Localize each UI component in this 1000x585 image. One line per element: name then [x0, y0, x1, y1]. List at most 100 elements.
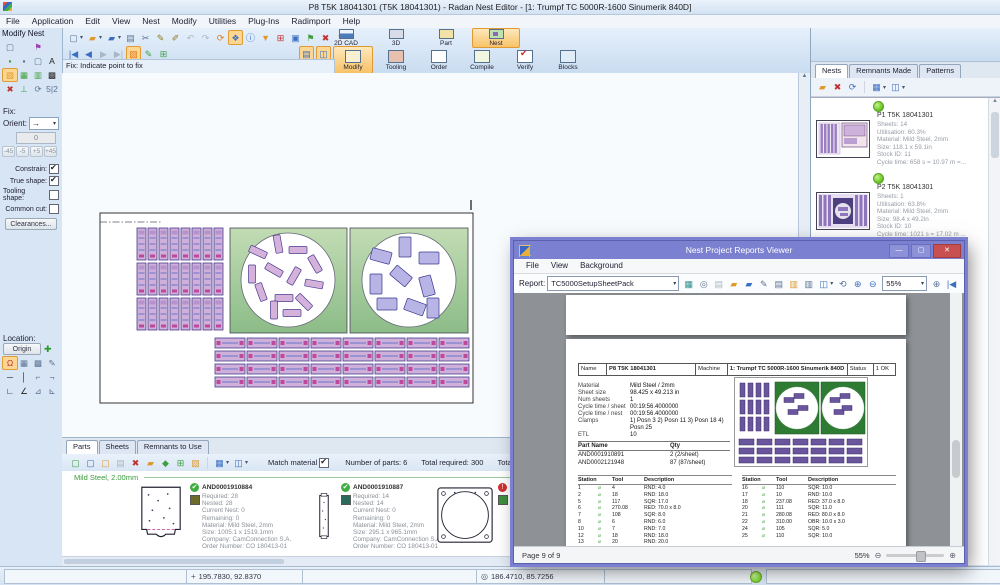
save-icon[interactable]: ▰▾: [104, 30, 123, 45]
report-vertical-scrollbar[interactable]: [950, 293, 962, 547]
panel-tab[interactable]: Remnants Made: [849, 64, 918, 78]
split-icon[interactable]: 5|2: [44, 82, 60, 96]
ribbon-button[interactable]: 3D: [372, 28, 420, 48]
pencil-icon[interactable]: ✎▾: [153, 30, 168, 45]
angle-step-button[interactable]: -5: [16, 146, 29, 157]
copy-icon[interactable]: ▤: [113, 455, 128, 470]
angle-input[interactable]: 0: [16, 132, 56, 144]
match-material-checkbox[interactable]: [319, 458, 329, 468]
dialog-menu-item[interactable]: View: [545, 259, 574, 273]
menu-item[interactable]: Plug-Ins: [242, 15, 285, 27]
ribbon-button[interactable]: Nest: [472, 28, 520, 48]
measure-icon[interactable]: ▣▾: [288, 30, 303, 45]
report-select[interactable]: TC5000SetupSheetPack ▾: [547, 276, 679, 291]
filter-mode-icon[interactable]: ◫▾: [231, 455, 250, 470]
panel-tab[interactable]: Parts: [66, 440, 98, 454]
close-button[interactable]: ✕: [933, 244, 961, 258]
panel-tab[interactable]: Remnants to Use: [137, 440, 209, 454]
menu-item[interactable]: Nest: [136, 15, 165, 27]
ribbon-button[interactable]: Tooling: [376, 46, 416, 74]
cut-icon[interactable]: ✂▾: [138, 30, 153, 45]
ribbon-button[interactable]: Compile: [462, 46, 502, 74]
clearances-button[interactable]: Clearances...: [5, 218, 57, 230]
zoom-select[interactable]: 55% ▾: [882, 276, 927, 291]
open-icon[interactable]: ▰▾: [726, 276, 741, 291]
import-part-icon[interactable]: ▢: [98, 455, 113, 470]
ribbon-button[interactable]: Order: [419, 46, 459, 74]
delete-icon[interactable]: ✖: [128, 455, 143, 470]
print-icon[interactable]: ▤▾: [123, 30, 138, 45]
view-mode-icon[interactable]: ▦▾: [212, 455, 231, 470]
grid-dots-icon[interactable]: ▩: [44, 68, 60, 82]
snap-corner2-icon[interactable]: ¬: [44, 370, 60, 384]
new-part-icon[interactable]: ▢: [68, 455, 83, 470]
ribbon-button[interactable]: Blocks: [548, 46, 588, 74]
zoom-slider[interactable]: [886, 554, 944, 557]
zoom-out-icon[interactable]: ⊖: [875, 551, 882, 560]
ribbon-button[interactable]: Verify: [505, 46, 545, 74]
report-icon[interactable]: ▧: [188, 455, 203, 470]
dialog-titlebar[interactable]: Nest Project Reports Viewer — ▢ ✕: [514, 241, 964, 259]
open-part-icon[interactable]: ▢: [83, 455, 98, 470]
panel-tab[interactable]: Nests: [815, 64, 848, 78]
zoom-in-icon[interactable]: ⊕: [949, 551, 956, 560]
panel-tab[interactable]: Patterns: [919, 64, 961, 78]
edit-icon[interactable]: ✎▾: [756, 276, 771, 291]
text-icon[interactable]: A: [44, 54, 60, 68]
info-icon[interactable]: ⓘ▾: [243, 30, 258, 45]
nest-list-item[interactable]: P2 T5K 18041301 Sheets: 1Utilisation: 63…: [811, 170, 1000, 242]
menu-item[interactable]: Modify: [166, 15, 203, 27]
checkbox[interactable]: [49, 204, 59, 214]
nest-list-item[interactable]: P1 T5K 18041301 Sheets: 14Utilisation: 6…: [811, 98, 1000, 170]
angle-step-button[interactable]: -45: [2, 146, 15, 157]
folder-icon[interactable]: ▰: [143, 455, 158, 470]
maximize-button[interactable]: ▢: [911, 244, 931, 258]
orient-select[interactable]: →▾: [29, 117, 59, 130]
open-icon[interactable]: ▰▾: [85, 30, 104, 45]
ribbon-button[interactable]: Part: [422, 28, 470, 48]
blank[interactable]: [44, 40, 60, 54]
menu-item[interactable]: Help: [337, 15, 366, 27]
refresh-icon[interactable]: ⟲▾: [835, 276, 850, 291]
undo-icon[interactable]: ↶▾: [183, 30, 198, 45]
angle-step-button[interactable]: +45: [44, 146, 57, 157]
table-icon[interactable]: ⊞: [173, 455, 188, 470]
checkbox[interactable]: [49, 164, 59, 174]
sheet-flag-icon[interactable]: ⚑▾: [303, 30, 318, 45]
move-origin-icon[interactable]: ✚: [44, 344, 52, 355]
view-mode-icon[interactable]: ▦▾: [869, 80, 888, 95]
checkbox[interactable]: [49, 176, 59, 186]
delete-nest-icon[interactable]: ✖: [830, 80, 845, 95]
zoom-in-icon[interactable]: ⊕▾: [850, 276, 865, 291]
print-icon[interactable]: ▤▾: [771, 276, 786, 291]
snap-angle3-icon[interactable]: ⊾: [44, 384, 60, 398]
refresh-icon[interactable]: ⟳▾: [213, 30, 228, 45]
rotate-nest-icon[interactable]: ⟳: [845, 80, 860, 95]
open-nest-icon[interactable]: ▰: [815, 80, 830, 95]
ribbon-button[interactable]: 2D CAD: [322, 28, 370, 48]
layout-icon[interactable]: ▥▾: [801, 276, 816, 291]
watermark-icon[interactable]: ▦▾: [681, 276, 696, 291]
sort-mode-icon[interactable]: ◫▾: [888, 80, 907, 95]
zoom-slider-knob[interactable]: [916, 551, 926, 562]
filter-icon[interactable]: ▼▾: [258, 30, 273, 45]
zoom-window-icon[interactable]: ⊕: [929, 276, 944, 291]
nav-first-icon[interactable]: |◀: [944, 276, 959, 291]
menu-item[interactable]: View: [106, 15, 136, 27]
snap-free-icon[interactable]: ✎: [44, 356, 60, 370]
nest-list-scrollbar[interactable]: ▲: [988, 98, 1000, 565]
auto-nest-icon[interactable]: ❖▾: [228, 30, 243, 45]
export-icon[interactable]: ▥▾: [786, 276, 801, 291]
new-icon[interactable]: ▢▾: [66, 30, 85, 45]
menu-item[interactable]: File: [0, 15, 26, 27]
pen-icon[interactable]: ✐▾: [168, 30, 183, 45]
dialog-menu-item[interactable]: File: [520, 259, 545, 273]
report-preview-area[interactable]: Name P8 T5K 18041301 Machine 1: Trumpf T…: [514, 293, 964, 547]
part-card[interactable]: ✔ AND0001910884 Required: 28Nested: 28Cu…: [132, 483, 304, 557]
dialog-menu-item[interactable]: Background: [574, 259, 629, 273]
checkbox[interactable]: [49, 190, 59, 200]
zoom-out-icon[interactable]: ⊖▾: [865, 276, 880, 291]
copy-icon[interactable]: ▤▾: [711, 276, 726, 291]
menu-item[interactable]: Radimport: [285, 15, 336, 27]
origin-button[interactable]: Origin: [3, 343, 41, 355]
